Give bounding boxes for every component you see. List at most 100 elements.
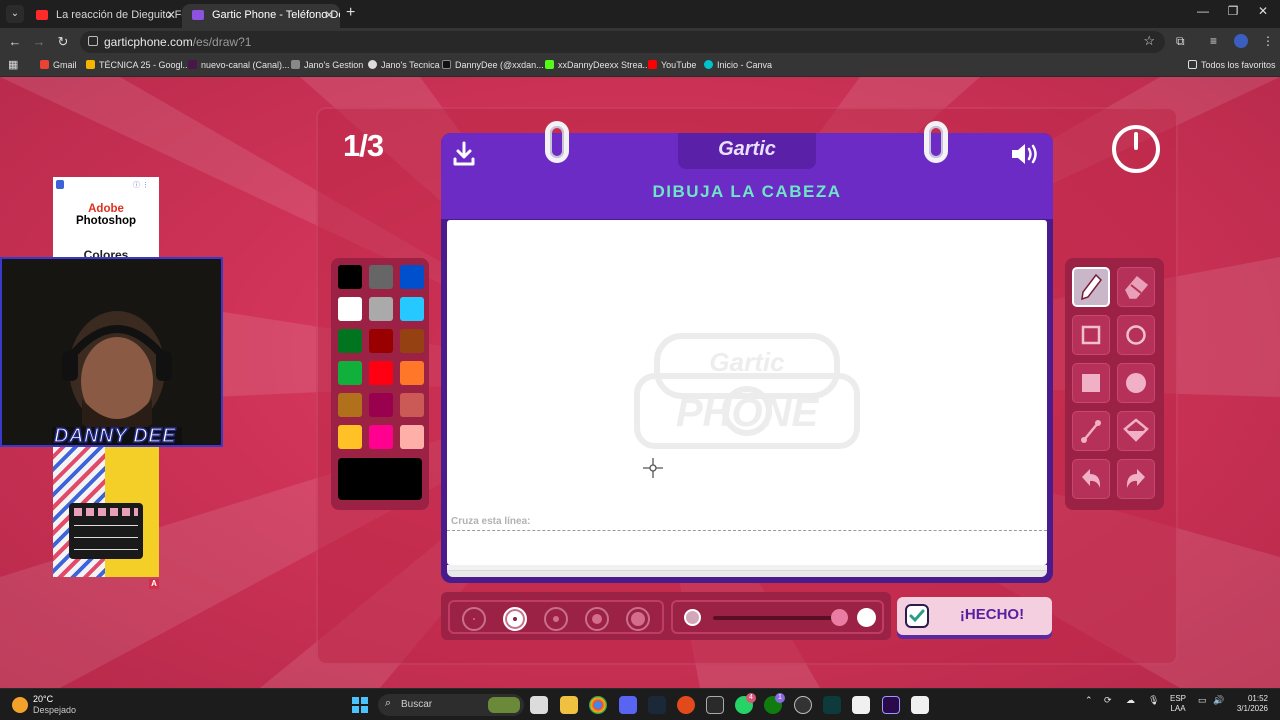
tray-overflow-icon[interactable]: ⌃ <box>1085 695 1093 706</box>
close-window-icon[interactable]: ✕ <box>1248 4 1278 18</box>
site-info-icon[interactable] <box>88 36 98 46</box>
color-swatch[interactable] <box>400 329 424 353</box>
all-bookmarks-folder[interactable]: Todos los favoritos <box>1188 60 1276 70</box>
capcut-icon[interactable] <box>852 696 870 714</box>
bookmark-janos-gestion[interactable]: Jano's Gestion <box>291 60 363 70</box>
gartic-favicon-icon <box>192 10 204 20</box>
maximize-icon[interactable]: ❐ <box>1218 4 1248 18</box>
minimize-icon[interactable]: — <box>1188 4 1218 18</box>
color-swatch[interactable] <box>400 393 424 417</box>
color-swatch[interactable] <box>400 297 424 321</box>
color-swatch[interactable] <box>338 361 362 385</box>
color-swatch[interactable] <box>369 265 393 289</box>
ad-info-icon[interactable]: ⓘ ⋮ <box>133 180 149 190</box>
color-swatch[interactable] <box>400 361 424 385</box>
close-tab-icon[interactable]: ✕ <box>324 4 334 26</box>
taskbar-search[interactable]: ⌕ Buscar <box>378 694 524 716</box>
color-swatch[interactable] <box>338 329 362 353</box>
network-icon[interactable]: ▭ <box>1198 695 1207 706</box>
file-explorer-icon[interactable] <box>560 696 578 714</box>
color-swatch[interactable] <box>338 265 362 289</box>
sync-icon[interactable]: ⟳ <box>1104 695 1112 706</box>
bookmark-slack[interactable]: nuevo-canal (Canal)... <box>188 60 290 70</box>
color-swatch[interactable] <box>369 329 393 353</box>
volume-icon[interactable]: 🔊 <box>1213 695 1224 706</box>
task-view-icon[interactable] <box>530 696 548 714</box>
profile-avatar[interactable] <box>1234 34 1248 48</box>
time: 01:52 <box>1247 694 1268 703</box>
apps-grid-icon[interactable]: ▦ <box>8 58 18 71</box>
close-tab-icon[interactable]: ✕ <box>166 4 176 26</box>
browser-menu-icon[interactable]: ⋮ <box>1262 34 1274 48</box>
done-button[interactable]: ¡HECHO! <box>897 597 1052 635</box>
epic-games-icon[interactable] <box>706 696 724 714</box>
streamer-name: DANNY DEE <box>53 424 176 447</box>
brush-size-2[interactable] <box>503 607 527 631</box>
media-control-icon[interactable]: ≡ <box>1210 34 1217 48</box>
extensions-icon[interactable]: ⧉ <box>1176 34 1185 49</box>
bookmark-star-icon[interactable]: ☆ <box>1143 33 1155 49</box>
sound-icon[interactable] <box>1010 141 1042 167</box>
windows-start-icon[interactable] <box>352 697 368 713</box>
bookmark-kick[interactable]: xxDannyDeexx Strea... <box>545 60 650 70</box>
redo-button[interactable] <box>1117 459 1155 499</box>
fill-tool-button[interactable] <box>1117 411 1155 451</box>
language-indicator[interactable]: ESP LAA <box>1170 694 1186 714</box>
download-icon[interactable] <box>452 141 476 167</box>
bookmark-janos-tecnica[interactable]: Jano's Tecnica <box>368 60 440 70</box>
brush-size-1[interactable] <box>462 607 486 631</box>
color-swatch[interactable] <box>400 265 424 289</box>
bookmark-canva[interactable]: Inicio - Canva <box>704 60 772 70</box>
obs-icon[interactable] <box>794 696 812 714</box>
bookmark-youtube[interactable]: YouTube <box>648 60 696 70</box>
bookmark-tiktok[interactable]: DannyDee (@xxdan... <box>442 60 544 70</box>
brush-size-4[interactable] <box>585 607 609 631</box>
new-tab-button[interactable]: + <box>346 4 355 22</box>
capcut-2-icon[interactable] <box>911 696 929 714</box>
color-swatch[interactable] <box>338 393 362 417</box>
opacity-max-icon <box>857 608 876 627</box>
url-path: /es/draw?1 <box>192 35 252 49</box>
mic-icon[interactable]: 🎙 <box>1148 695 1159 706</box>
steam-icon[interactable] <box>648 696 666 714</box>
opacity-track[interactable] <box>713 616 833 620</box>
forward-icon[interactable]: → <box>30 34 48 49</box>
discord-icon[interactable] <box>619 696 637 714</box>
premiere-icon[interactable] <box>882 696 900 714</box>
color-swatch[interactable] <box>338 297 362 321</box>
brush-size-3[interactable] <box>544 607 568 631</box>
brush-size-5[interactable] <box>626 607 650 631</box>
cross-line <box>447 530 1047 531</box>
eraser-tool-button[interactable] <box>1117 267 1155 307</box>
opacity-handle[interactable] <box>831 609 848 626</box>
rectangle-tool-button[interactable] <box>1072 315 1110 355</box>
filled-ellipse-tool-button[interactable] <box>1117 363 1155 403</box>
undo-button[interactable] <box>1072 459 1110 499</box>
address-bar[interactable]: garticphone.com/es/draw?1 ☆ <box>80 31 1165 53</box>
cloud-icon[interactable]: ☁ <box>1126 695 1135 706</box>
color-swatch[interactable] <box>400 425 424 449</box>
color-swatch[interactable] <box>369 425 393 449</box>
opacity-slider[interactable] <box>671 600 884 634</box>
color-swatch[interactable] <box>369 297 393 321</box>
bookmark-gmail[interactable]: Gmail <box>40 60 77 70</box>
drawing-canvas[interactable]: Gartic PHONE Cruza esta línea: <box>447 220 1047 565</box>
back-icon[interactable]: ← <box>6 34 24 49</box>
chrome-icon[interactable] <box>589 696 607 714</box>
color-swatch[interactable] <box>369 361 393 385</box>
line-tool-button[interactable] <box>1072 411 1110 451</box>
tab-dieguito[interactable]: La reacción de Dieguito Fernandez ✕ <box>26 4 182 28</box>
color-swatch[interactable] <box>338 425 362 449</box>
filled-rectangle-tool-button[interactable] <box>1072 363 1110 403</box>
pencil-tool-button[interactable] <box>1072 267 1110 307</box>
clock[interactable]: 01:52 3/1/2026 <box>1232 694 1268 714</box>
app-icon[interactable] <box>823 696 841 714</box>
color-swatch[interactable] <box>369 393 393 417</box>
recording-app-icon[interactable] <box>677 696 695 714</box>
reload-icon[interactable]: ↻ <box>54 34 72 50</box>
tab-gartic-phone[interactable]: Gartic Phone - Teléfono Descompuesto ✕ <box>182 4 340 28</box>
undo-icon <box>1082 469 1101 488</box>
bookmark-tecnica[interactable]: TÉCNICA 25 - Googl... <box>86 60 190 70</box>
tab-search-button[interactable]: ⌄ <box>6 5 24 23</box>
ellipse-tool-button[interactable] <box>1117 315 1155 355</box>
